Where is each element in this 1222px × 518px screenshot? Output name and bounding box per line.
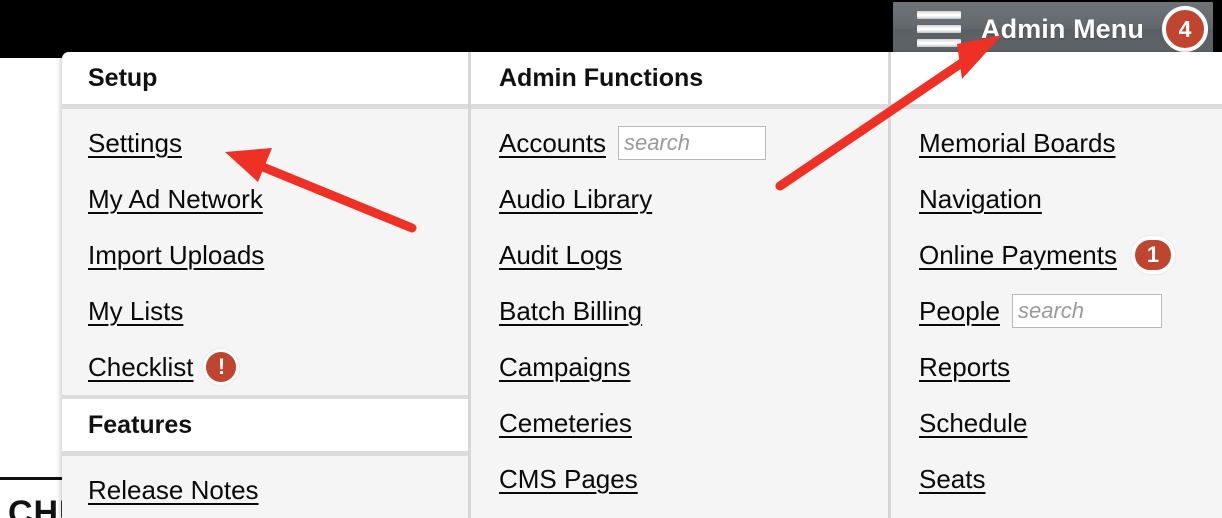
menu-item-batch-billing[interactable]: Batch Billing <box>499 283 888 339</box>
panel-column-setup: Setup Settings My Ad Network Import Uplo… <box>62 52 468 518</box>
menu-item-label[interactable]: CMS Pages <box>499 464 638 495</box>
menu-item-audit-logs[interactable]: Audit Logs <box>499 227 888 283</box>
people-search-input[interactable] <box>1011 294 1162 328</box>
background-horizontal-rule <box>0 477 62 480</box>
menu-item-accounts[interactable]: Accounts <box>499 115 888 171</box>
menu-item-import-uploads[interactable]: Import Uploads <box>88 227 468 283</box>
menu-item-label[interactable]: Settings <box>88 128 182 159</box>
alert-icon: ! <box>203 349 240 385</box>
accounts-search-input[interactable] <box>617 126 766 160</box>
menu-item-label[interactable]: Import Uploads <box>88 240 264 271</box>
screenshot-root: CHU Admin Menu 4 Setup Settings My Ad Ne… <box>0 0 1222 518</box>
menu-item-label[interactable]: Accounts <box>499 128 606 159</box>
menu-item-label[interactable]: Audio Library <box>499 184 652 215</box>
menu-item-label[interactable]: Seats <box>919 464 986 495</box>
column-subheader-features: Features <box>62 395 468 456</box>
menu-item-people[interactable]: People <box>919 283 1222 339</box>
menu-item-my-ad-network[interactable]: My Ad Network <box>88 171 468 227</box>
menu-item-checklist[interactable]: Checklist ! <box>88 339 468 395</box>
menu-item-label[interactable]: Reports <box>919 352 1010 383</box>
admin-menu-badge: 4 <box>1162 6 1208 52</box>
menu-item-campaigns[interactable]: Campaigns <box>499 339 888 395</box>
column-title: Admin Functions <box>499 63 704 92</box>
menu-item-navigation[interactable]: Navigation <box>919 171 1222 227</box>
online-payments-badge: 1 <box>1130 236 1175 274</box>
panel-column-admin-functions: Admin Functions Accounts Audio Library A… <box>468 52 888 518</box>
admin-menu-panel: Setup Settings My Ad Network Import Uplo… <box>62 52 1222 518</box>
menu-item-memorial-boards[interactable]: Memorial Boards <box>919 115 1222 171</box>
column-header-continued <box>891 52 1222 109</box>
column-header-admin-functions: Admin Functions <box>471 52 888 109</box>
menu-item-my-lists[interactable]: My Lists <box>88 283 468 339</box>
menu-item-label[interactable]: Memorial Boards <box>919 128 1116 159</box>
admin-functions-continued-item-list: Memorial Boards Navigation Online Paymen… <box>919 109 1222 507</box>
menu-item-label[interactable]: Audit Logs <box>499 240 622 271</box>
menu-item-label[interactable]: Release Notes <box>88 475 259 506</box>
menu-item-audio-library[interactable]: Audio Library <box>499 171 888 227</box>
menu-item-release-notes[interactable]: Release Notes <box>88 462 468 518</box>
menu-item-reports[interactable]: Reports <box>919 339 1222 395</box>
menu-item-label[interactable]: My Ad Network <box>88 184 263 215</box>
menu-item-label[interactable]: My Lists <box>88 296 183 327</box>
setup-item-list: Settings My Ad Network Import Uploads My… <box>88 109 468 395</box>
menu-item-cemeteries[interactable]: Cemeteries <box>499 395 888 451</box>
admin-menu-button[interactable]: Admin Menu 4 <box>893 2 1213 56</box>
menu-item-label[interactable]: Campaigns <box>499 352 631 383</box>
subsection-title: Features <box>88 410 193 439</box>
menu-item-label[interactable]: People <box>919 296 1000 327</box>
menu-item-label[interactable]: Checklist <box>88 352 193 383</box>
menu-item-settings[interactable]: Settings <box>88 115 468 171</box>
column-title: Setup <box>88 63 158 92</box>
menu-item-schedule[interactable]: Schedule <box>919 395 1222 451</box>
menu-item-label[interactable]: Online Payments <box>919 240 1117 271</box>
menu-item-seats[interactable]: Seats <box>919 451 1222 507</box>
background-partial-text: CHU <box>8 494 64 518</box>
column-header-setup: Setup <box>62 52 468 109</box>
menu-item-label[interactable]: Schedule <box>919 408 1027 439</box>
admin-menu-label: Admin Menu <box>981 13 1144 44</box>
menu-item-label[interactable]: Batch Billing <box>499 296 642 327</box>
menu-item-cms-pages[interactable]: CMS Pages <box>499 451 888 507</box>
panel-column-admin-functions-continued: Memorial Boards Navigation Online Paymen… <box>888 52 1222 518</box>
menu-item-label[interactable]: Navigation <box>919 184 1042 215</box>
features-item-list: Release Notes <box>88 456 468 518</box>
menu-item-label[interactable]: Cemeteries <box>499 408 632 439</box>
admin-functions-item-list: Accounts Audio Library Audit Logs Batch … <box>499 109 888 507</box>
hamburger-icon[interactable] <box>917 11 961 47</box>
menu-item-online-payments[interactable]: Online Payments 1 <box>919 227 1222 283</box>
